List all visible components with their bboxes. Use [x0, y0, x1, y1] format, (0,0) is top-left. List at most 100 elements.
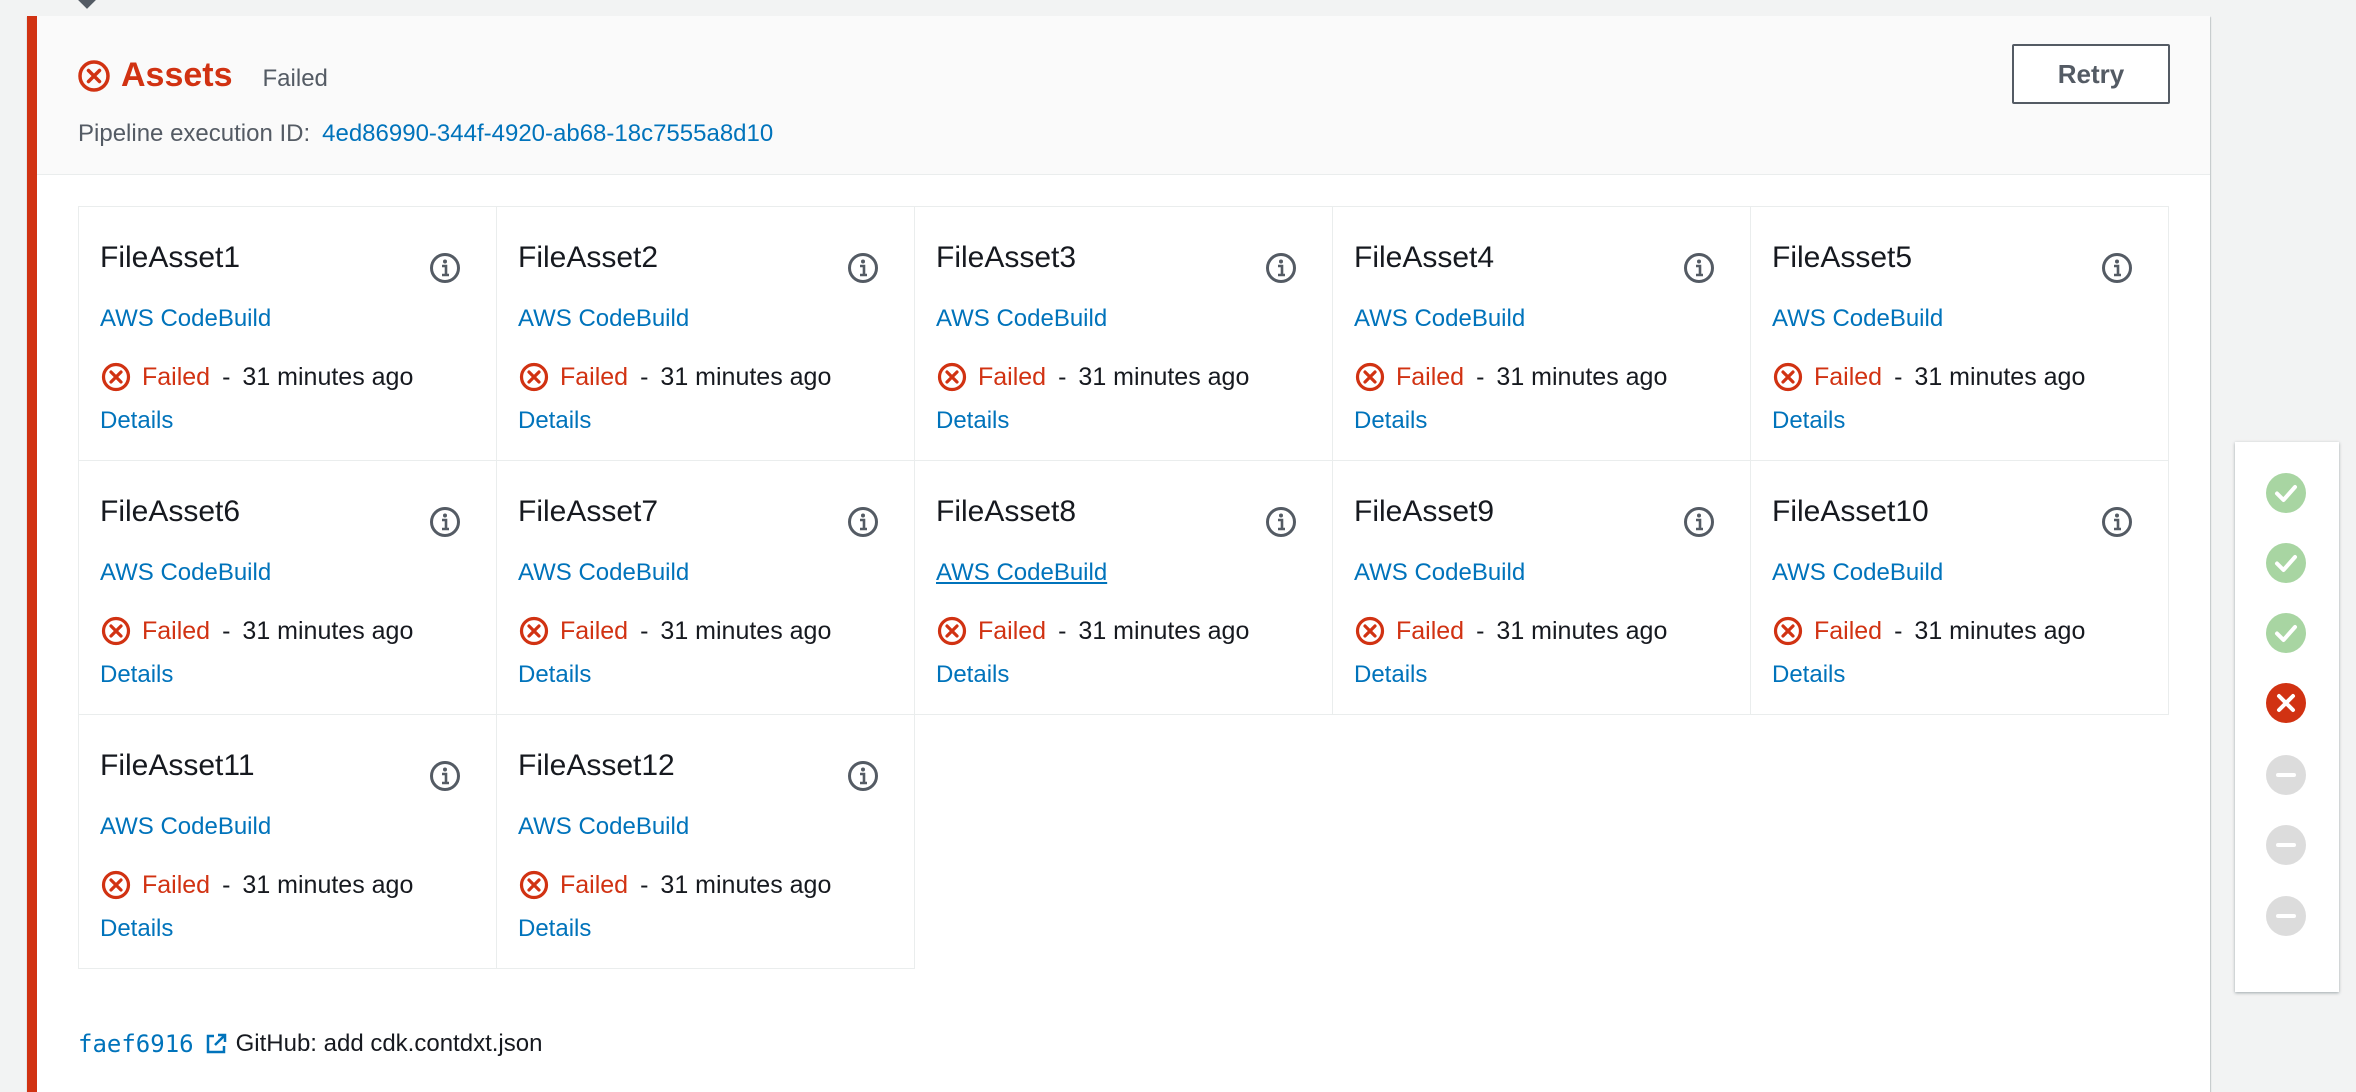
succeeded-icon[interactable] — [2264, 471, 2308, 515]
action-card: FileAsset7 AWS CodeBuild Failed -31 minutes… — [496, 460, 915, 715]
provider-link[interactable]: AWS CodeBuild — [518, 559, 689, 587]
action-status: Failed -31 minutes ago — [1354, 615, 1667, 647]
status-separator: - — [1058, 616, 1067, 645]
action-card: FileAsset8 AWS CodeBuild Failed -31 minutes… — [914, 460, 1333, 715]
action-status: Failed -31 minutes ago — [518, 615, 831, 647]
details-link[interactable]: Details — [100, 661, 173, 689]
stage-card: Assets Failed Pipeline execution ID: 4ed8… — [27, 16, 2210, 1092]
info-icon[interactable] — [428, 251, 462, 285]
failed-icon[interactable] — [2264, 681, 2308, 725]
details-link[interactable]: Details — [100, 915, 173, 943]
action-name: FileAsset9 — [1354, 495, 1495, 528]
action-card: FileAsset2 AWS CodeBuild Failed -31 minutes… — [496, 206, 915, 461]
details-link[interactable]: Details — [1772, 661, 1845, 689]
status-separator: - — [1476, 616, 1485, 645]
status-time: 31 minutes ago — [1078, 362, 1250, 391]
failed-icon — [1355, 362, 1385, 392]
info-icon[interactable] — [2100, 505, 2134, 539]
status-text: Failed — [560, 870, 629, 899]
action-name: FileAsset12 — [518, 749, 675, 782]
succeeded-icon[interactable] — [2264, 541, 2308, 585]
status-separator: - — [1476, 362, 1485, 391]
action-status: Failed -31 minutes ago — [518, 361, 831, 393]
provider-link[interactable]: AWS CodeBuild — [100, 559, 271, 587]
not-run-icon[interactable] — [2264, 823, 2308, 867]
details-link[interactable]: Details — [1354, 407, 1427, 435]
action-card: FileAsset1 AWS CodeBuild Failed -31 minutes… — [78, 206, 497, 461]
status-time: 31 minutes ago — [242, 362, 414, 391]
succeeded-icon[interactable] — [2264, 611, 2308, 655]
provider-link[interactable]: AWS CodeBuild — [518, 305, 689, 333]
action-card: FileAsset5 AWS CodeBuild Failed -31 minutes… — [1750, 206, 2169, 461]
provider-link[interactable]: AWS CodeBuild — [1354, 559, 1525, 587]
status-time: 31 minutes ago — [1914, 362, 2086, 391]
failed-icon — [101, 362, 131, 392]
action-name: FileAsset5 — [1772, 241, 1913, 274]
failed-icon — [519, 616, 549, 646]
info-icon[interactable] — [1264, 251, 1298, 285]
action-card: FileAsset12 AWS CodeBuild Failed -31 minute… — [496, 714, 915, 969]
action-status: Failed -31 minutes ago — [1772, 361, 2085, 393]
status-text: Failed — [1814, 362, 1883, 391]
provider-link[interactable]: AWS CodeBuild — [1772, 305, 1943, 333]
action-name: FileAsset10 — [1772, 495, 1929, 528]
stage-title-row: Assets Failed — [77, 56, 328, 95]
status-text: Failed — [1396, 616, 1465, 645]
info-icon[interactable] — [2100, 251, 2134, 285]
failed-icon — [101, 870, 131, 900]
info-icon[interactable] — [1682, 505, 1716, 539]
details-link[interactable]: Details — [936, 407, 1009, 435]
status-separator: - — [222, 362, 231, 391]
action-name: FileAsset6 — [100, 495, 241, 528]
status-separator: - — [1894, 362, 1903, 391]
stage-title: Assets — [121, 56, 233, 94]
action-status: Failed -31 minutes ago — [1772, 615, 2085, 647]
stage-status: Failed — [262, 64, 328, 92]
status-text: Failed — [560, 616, 629, 645]
info-icon[interactable] — [428, 759, 462, 793]
status-separator: - — [222, 870, 231, 899]
failed-icon — [78, 59, 110, 92]
details-link[interactable]: Details — [1772, 407, 1845, 435]
external-link-icon[interactable] — [204, 1032, 228, 1056]
status-text: Failed — [1814, 616, 1883, 645]
info-icon[interactable] — [428, 505, 462, 539]
provider-link[interactable]: AWS CodeBuild — [1772, 559, 1943, 587]
provider-link[interactable]: AWS CodeBuild — [936, 559, 1107, 587]
execution-id-link[interactable]: 4ed86990-344f-4920-ab68-18c7555a8d10 — [322, 120, 773, 147]
details-link[interactable]: Details — [936, 661, 1009, 689]
details-link[interactable]: Details — [1354, 661, 1427, 689]
stage-navigator-panel — [2235, 442, 2339, 992]
retry-button[interactable]: Retry — [2012, 44, 2170, 104]
status-text: Failed — [1396, 362, 1465, 391]
details-link[interactable]: Details — [518, 661, 591, 689]
action-name: FileAsset3 — [936, 241, 1077, 274]
provider-link[interactable]: AWS CodeBuild — [518, 813, 689, 841]
status-time: 31 minutes ago — [1914, 616, 2086, 645]
stage-header: Assets Failed Pipeline execution ID: 4ed8… — [37, 16, 2210, 175]
details-link[interactable]: Details — [518, 915, 591, 943]
not-run-icon[interactable] — [2264, 753, 2308, 797]
provider-link[interactable]: AWS CodeBuild — [936, 305, 1107, 333]
status-time: 31 minutes ago — [1078, 616, 1250, 645]
provider-link[interactable]: AWS CodeBuild — [1354, 305, 1525, 333]
not-run-icon[interactable] — [2264, 894, 2308, 938]
provider-link[interactable]: AWS CodeBuild — [100, 305, 271, 333]
info-icon[interactable] — [846, 759, 880, 793]
details-link[interactable]: Details — [100, 407, 173, 435]
status-text: Failed — [142, 362, 211, 391]
info-icon[interactable] — [846, 251, 880, 285]
action-name: FileAsset2 — [518, 241, 659, 274]
info-icon[interactable] — [1264, 505, 1298, 539]
details-link[interactable]: Details — [518, 407, 591, 435]
commit-id-link[interactable]: faef6916 — [78, 1030, 194, 1058]
action-name: FileAsset8 — [936, 495, 1077, 528]
status-time: 31 minutes ago — [660, 362, 832, 391]
provider-link[interactable]: AWS CodeBuild — [100, 813, 271, 841]
failed-icon — [1773, 616, 1803, 646]
action-name: FileAsset11 — [100, 749, 255, 782]
action-card: FileAsset10 AWS CodeBuild Failed -31 minute… — [1750, 460, 2169, 715]
status-separator: - — [1894, 616, 1903, 645]
info-icon[interactable] — [1682, 251, 1716, 285]
info-icon[interactable] — [846, 505, 880, 539]
